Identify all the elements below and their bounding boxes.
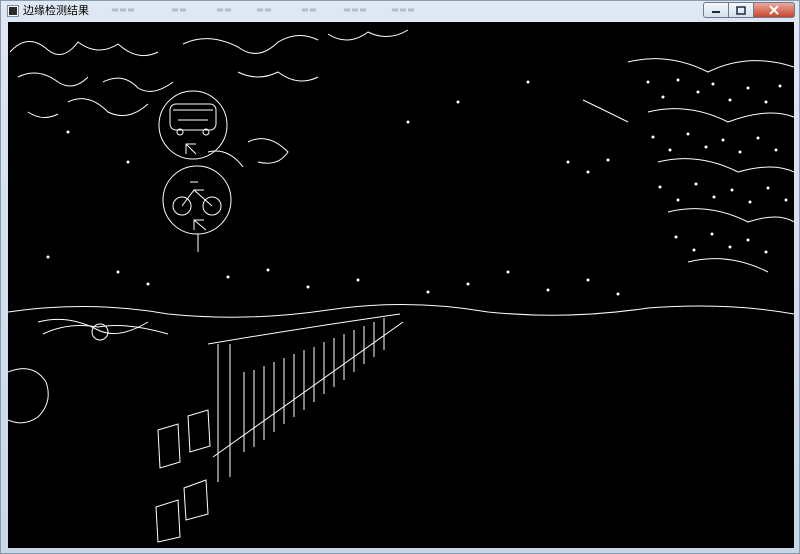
- maximize-icon: [736, 5, 746, 15]
- edge-image-canvas: [8, 22, 794, 548]
- title-bar[interactable]: 边缘检测结果 ▬▬▬ ▬▬ ▬▬ ▬▬ ▬▬ ▬▬▬ ▬▬▬: [1, 1, 799, 21]
- maximize-button[interactable]: [728, 2, 753, 18]
- edge-detection-window: 边缘检测结果 ▬▬▬ ▬▬ ▬▬ ▬▬ ▬▬ ▬▬▬ ▬▬▬: [0, 0, 800, 554]
- window-controls: [703, 2, 795, 19]
- ghost-menu-7: ▬▬▬: [391, 5, 416, 14]
- minimize-icon: [712, 11, 720, 13]
- ghost-menu-5: ▬▬: [301, 5, 318, 14]
- window-title: 边缘检测结果: [23, 4, 89, 17]
- ghost-menu-3: ▬▬: [216, 5, 233, 14]
- minimize-button[interactable]: [703, 2, 728, 18]
- ghost-menu-2: ▬▬: [171, 5, 188, 14]
- app-icon: [7, 5, 19, 17]
- close-button[interactable]: [753, 2, 795, 18]
- ghost-menu-6: ▬▬▬: [343, 5, 368, 14]
- ghost-menu-4: ▬▬: [256, 5, 273, 14]
- ghost-menu-1: ▬▬▬: [111, 5, 136, 14]
- close-icon: [769, 5, 779, 15]
- edge-image: [8, 22, 794, 548]
